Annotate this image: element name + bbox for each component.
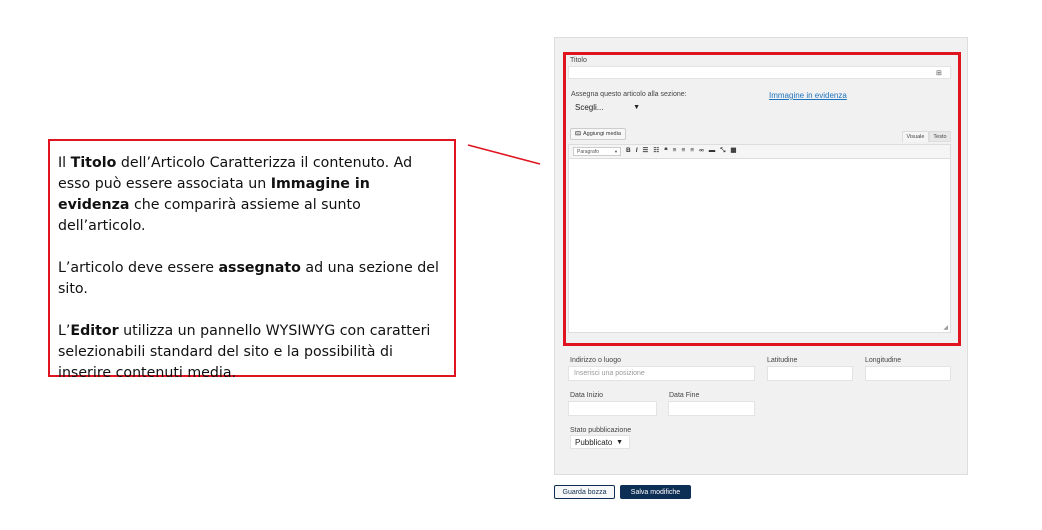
save-changes-button[interactable]: Salva modifiche [620,485,691,499]
status-select-value: Pubblicato [575,437,613,447]
chevron-down-icon: ▼ [616,438,623,446]
start-date-input[interactable] [568,401,657,416]
highlight-frame [563,52,961,346]
status-select[interactable]: Pubblicato ▼ [570,435,630,449]
latitude-input[interactable] [767,366,853,381]
longitude-input[interactable] [865,366,951,381]
address-label: Indirizzo o luogo [570,357,621,364]
longitude-label: Longitudine [865,357,902,364]
end-date-input[interactable] [668,401,755,416]
end-date-label: Data Fine [669,392,700,399]
address-input[interactable]: Inserisci una posizione [568,366,755,381]
latitude-label: Latitudine [767,357,798,364]
start-date-label: Data Inizio [570,392,604,399]
status-label: Stato pubblicazione [570,427,632,434]
preview-draft-button[interactable]: Guarda bozza [554,485,615,499]
